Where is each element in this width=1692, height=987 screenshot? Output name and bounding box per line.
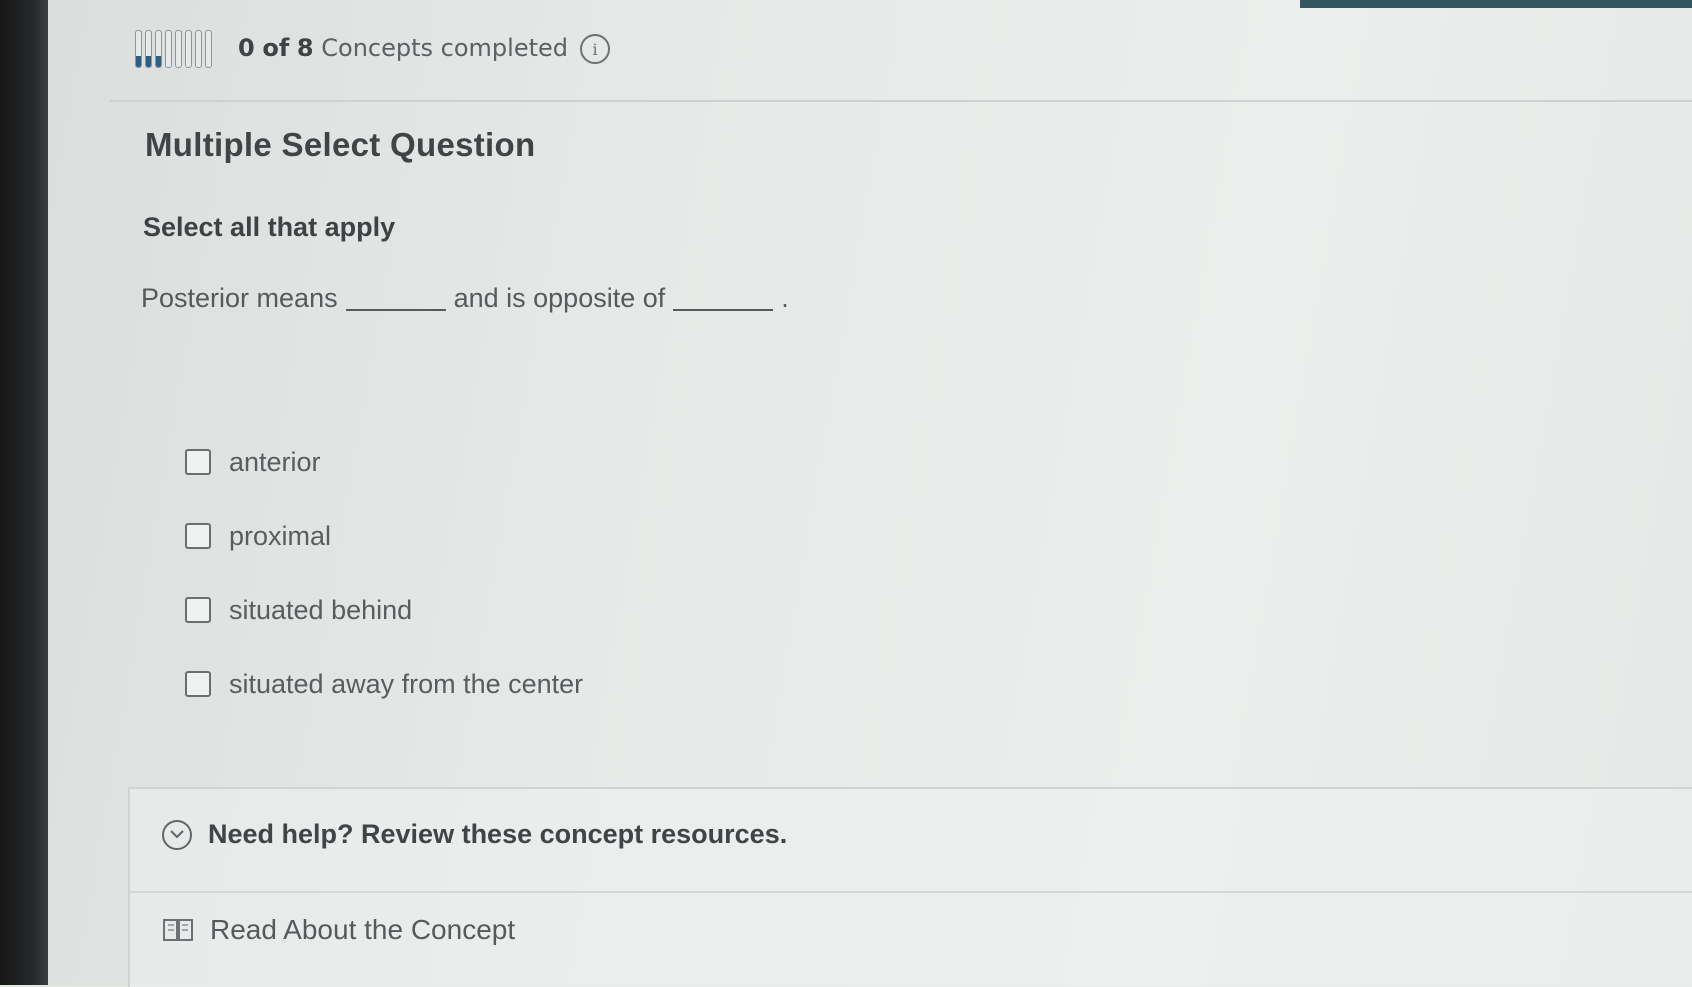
progress-segment xyxy=(175,30,182,68)
answer-blank-1 xyxy=(345,309,446,311)
option-label: proximal xyxy=(229,520,332,551)
info-icon[interactable]: i xyxy=(580,34,610,64)
read-about-concept-link[interactable]: Read About the Concept xyxy=(162,914,515,946)
help-toggle-button[interactable]: Need help? Review these concept resource… xyxy=(162,819,787,850)
progress-segment-fill xyxy=(156,56,161,67)
chevron-down-circle-icon xyxy=(162,819,192,850)
option-situated-behind[interactable]: situated behind xyxy=(185,573,583,647)
progress-segment xyxy=(155,30,162,68)
question-type-heading: Multiple Select Question xyxy=(145,126,536,163)
progress-segment-fill xyxy=(146,56,151,67)
help-toggle-label: Need help? Review these concept resource… xyxy=(208,819,788,849)
answer-blank-2 xyxy=(673,309,774,311)
progress-segment xyxy=(185,30,192,68)
progress-segment xyxy=(165,30,172,68)
progress-total-count: 8 xyxy=(296,34,314,62)
checkbox[interactable] xyxy=(185,671,211,697)
progress-segment xyxy=(145,30,152,68)
help-panel: Need help? Review these concept resource… xyxy=(128,787,1692,987)
option-situated-away-from-center[interactable]: situated away from the center xyxy=(185,647,583,721)
progress-segment xyxy=(205,30,212,68)
progress-label: Concepts completed xyxy=(321,34,568,62)
screen-bezel xyxy=(0,0,48,985)
help-divider xyxy=(130,891,1692,893)
progress-completed-count: 0 xyxy=(238,34,255,62)
prompt-end: . xyxy=(781,283,789,313)
prompt-part-1: Posterior means xyxy=(141,283,338,313)
book-icon xyxy=(162,917,194,943)
prompt-part-2: and is opposite of xyxy=(453,283,666,313)
option-label: situated away from the center xyxy=(229,668,584,699)
progress-segment xyxy=(135,30,142,68)
checkbox[interactable] xyxy=(185,449,211,475)
progress-text: 0 of 8 Concepts completed xyxy=(238,34,568,62)
checkbox[interactable] xyxy=(185,597,211,623)
option-proximal[interactable]: proximal xyxy=(185,499,583,573)
progress-segment-fill xyxy=(136,56,141,67)
question-instruction: Select all that apply xyxy=(143,212,396,242)
checkbox[interactable] xyxy=(185,523,211,549)
progress-segment xyxy=(195,30,202,68)
option-label: anterior xyxy=(229,446,321,477)
read-about-concept-label: Read About the Concept xyxy=(210,914,516,945)
concept-progress-bar xyxy=(135,28,212,68)
option-anterior[interactable]: anterior xyxy=(185,425,583,499)
answer-options: anterior proximal situated behind situat… xyxy=(185,425,583,721)
top-accent-bar xyxy=(1300,0,1692,8)
question-prompt: Posterior means and is opposite of. xyxy=(141,283,789,314)
progress-of: of xyxy=(262,34,290,62)
option-label: situated behind xyxy=(229,594,413,625)
header-divider xyxy=(110,100,1692,102)
